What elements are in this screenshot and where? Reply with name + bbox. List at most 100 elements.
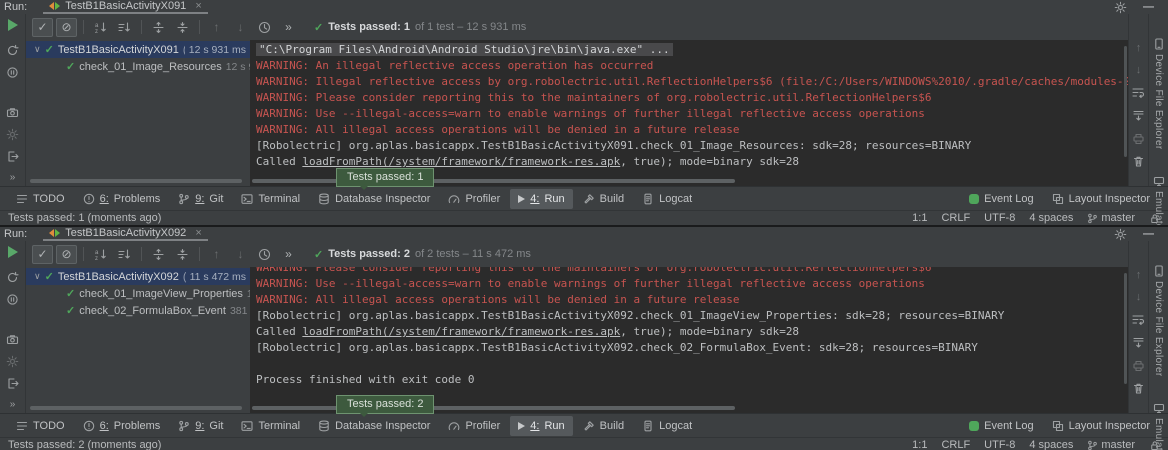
scroll-up-icon[interactable]: ↑ xyxy=(1136,269,1142,281)
run-config-tab[interactable]: TestB1BasicActivityX091 × xyxy=(43,0,208,14)
tool-tab-database-inspector[interactable]: Database Inspector xyxy=(310,189,438,209)
rerun-failed-tests-icon[interactable] xyxy=(6,44,19,57)
indent-setting[interactable]: 4 spaces xyxy=(1029,439,1073,450)
expand-all-icon[interactable] xyxy=(148,245,169,264)
rerun-failed-tests-icon[interactable] xyxy=(6,271,19,284)
line-endings[interactable]: CRLF xyxy=(941,212,970,224)
soft-wrap-icon[interactable] xyxy=(1132,313,1145,326)
expand-all-icon[interactable] xyxy=(148,18,169,37)
sort-by-duration-icon[interactable] xyxy=(114,245,135,264)
soft-wrap-icon[interactable] xyxy=(1132,86,1145,99)
scroll-to-end-icon[interactable] xyxy=(1132,109,1145,122)
file-encoding[interactable]: UTF-8 xyxy=(984,212,1015,224)
git-branch-widget[interactable]: master xyxy=(1087,439,1135,450)
test-history-icon[interactable] xyxy=(254,18,275,37)
console-vertical-scrollbar[interactable] xyxy=(1124,273,1127,384)
tool-tab-profiler[interactable]: Profiler xyxy=(440,189,508,209)
toggle-auto-test-icon[interactable] xyxy=(6,66,19,79)
tree-row-test[interactable]: ✓ check_02_FormulaBox_Event 381 ms xyxy=(26,302,250,319)
tool-tab-build[interactable]: Build xyxy=(575,416,632,436)
tree-horizontal-scrollbar[interactable] xyxy=(30,179,242,183)
tool-tab-problems[interactable]: 6:Problems xyxy=(75,189,169,209)
indent-setting[interactable]: 4 spaces xyxy=(1029,212,1073,224)
scroll-down-icon[interactable]: ↓ xyxy=(1136,291,1142,303)
tool-tab-logcat[interactable]: Logcat xyxy=(634,416,700,436)
chevron-down-icon[interactable]: ∨ xyxy=(34,271,41,282)
close-icon[interactable]: × xyxy=(195,0,201,12)
tool-tab-build[interactable]: Build xyxy=(575,189,632,209)
hide-tool-window-icon[interactable]: — xyxy=(1143,229,1154,239)
tree-row-test[interactable]: ✓ check_01_ImageView_Properties 11 s 91 … xyxy=(26,285,250,302)
console-link[interactable]: loadFromPath(/system/framework/framework… xyxy=(302,325,620,338)
test-settings-icon[interactable] xyxy=(6,128,19,141)
toggle-auto-test-icon[interactable] xyxy=(6,293,19,306)
test-history-icon[interactable] xyxy=(254,245,275,264)
screenshot-icon[interactable] xyxy=(6,106,19,119)
import-tests-icon[interactable] xyxy=(6,150,19,163)
close-icon[interactable]: × xyxy=(195,227,201,239)
hide-tool-window-icon[interactable]: — xyxy=(1143,2,1154,12)
sort-alphabetically-icon[interactable]: az xyxy=(90,245,111,264)
sort-alphabetically-icon[interactable]: az xyxy=(90,18,111,37)
rerun-button[interactable] xyxy=(8,246,18,258)
tool-tab-terminal[interactable]: Terminal xyxy=(233,416,308,436)
tool-tab-git[interactable]: 9:Git xyxy=(170,416,231,436)
tool-tab-run[interactable]: 4:Run xyxy=(510,189,572,209)
rerun-button[interactable] xyxy=(8,19,18,31)
sort-by-duration-icon[interactable] xyxy=(114,18,135,37)
previous-failed-test-icon[interactable]: ↑ xyxy=(206,18,227,37)
scroll-down-icon[interactable]: ↓ xyxy=(1136,64,1142,76)
clear-console-icon[interactable] xyxy=(1132,382,1145,395)
tool-tab-git[interactable]: 9:Git xyxy=(170,189,231,209)
screenshot-icon[interactable] xyxy=(6,333,19,346)
caret-position[interactable]: 1:1 xyxy=(912,212,927,224)
scroll-up-icon[interactable]: ↑ xyxy=(1136,42,1142,54)
show-passed-button[interactable]: ✓ xyxy=(32,245,53,264)
tool-tab-database-inspector[interactable]: Database Inspector xyxy=(310,416,438,436)
tree-row-suite[interactable]: ∨ ✓ TestB1BasicActivityX092 (org.aplas.t… xyxy=(26,268,250,285)
show-ignored-button[interactable]: ⊘ xyxy=(56,245,77,264)
print-icon[interactable] xyxy=(1132,132,1145,145)
line-endings[interactable]: CRLF xyxy=(941,439,970,450)
run-config-tab[interactable]: TestB1BasicActivityX092 × xyxy=(43,227,208,241)
next-failed-test-icon[interactable]: ↓ xyxy=(230,245,251,264)
settings-gear-icon[interactable] xyxy=(1114,228,1127,241)
tool-tab-logcat[interactable]: Logcat xyxy=(634,189,700,209)
device-file-explorer-tab[interactable]: Device File Explorer xyxy=(1153,38,1165,149)
tree-row-suite[interactable]: ∨ ✓ TestB1BasicActivityX091 (org.aplas.t… xyxy=(26,41,250,58)
more-tool-windows-icon[interactable]: » xyxy=(10,399,16,410)
tool-tab-terminal[interactable]: Terminal xyxy=(233,189,308,209)
tool-tab-run[interactable]: 4:Run xyxy=(510,416,572,436)
console-horizontal-scrollbar[interactable] xyxy=(252,406,735,410)
tool-tab-todo[interactable]: TODO xyxy=(8,416,73,436)
more-actions-icon[interactable]: » xyxy=(278,245,299,264)
event-log-button[interactable]: Event Log xyxy=(969,193,1034,205)
scroll-to-end-icon[interactable] xyxy=(1132,336,1145,349)
collapse-all-icon[interactable] xyxy=(172,245,193,264)
tool-tab-profiler[interactable]: Profiler xyxy=(440,416,508,436)
layout-inspector-button[interactable]: Layout Inspector xyxy=(1052,193,1150,205)
console-horizontal-scrollbar[interactable] xyxy=(252,179,735,183)
more-actions-icon[interactable]: » xyxy=(278,18,299,37)
tool-tab-todo[interactable]: TODO xyxy=(8,189,73,209)
show-passed-button[interactable]: ✓ xyxy=(32,18,53,37)
collapse-all-icon[interactable] xyxy=(172,18,193,37)
import-tests-icon[interactable] xyxy=(6,377,19,390)
file-encoding[interactable]: UTF-8 xyxy=(984,439,1015,450)
show-ignored-button[interactable]: ⊘ xyxy=(56,18,77,37)
test-settings-icon[interactable] xyxy=(6,355,19,368)
tree-horizontal-scrollbar[interactable] xyxy=(30,406,242,410)
settings-gear-icon[interactable] xyxy=(1114,1,1127,14)
next-failed-test-icon[interactable]: ↓ xyxy=(230,18,251,37)
lock-icon[interactable] xyxy=(1149,440,1160,450)
print-icon[interactable] xyxy=(1132,359,1145,372)
caret-position[interactable]: 1:1 xyxy=(912,439,927,450)
lock-icon[interactable] xyxy=(1149,213,1160,224)
tool-tab-problems[interactable]: 6:Problems xyxy=(75,416,169,436)
chevron-down-icon[interactable]: ∨ xyxy=(34,44,41,55)
console-link[interactable]: loadFromPath(/system/framework/framework… xyxy=(302,155,620,168)
console-vertical-scrollbar[interactable] xyxy=(1124,46,1127,157)
tree-row-test[interactable]: ✓ check_01_Image_Resources 12 s 931 ms xyxy=(26,58,250,75)
layout-inspector-button[interactable]: Layout Inspector xyxy=(1052,420,1150,432)
device-file-explorer-tab[interactable]: Device File Explorer xyxy=(1153,265,1165,376)
